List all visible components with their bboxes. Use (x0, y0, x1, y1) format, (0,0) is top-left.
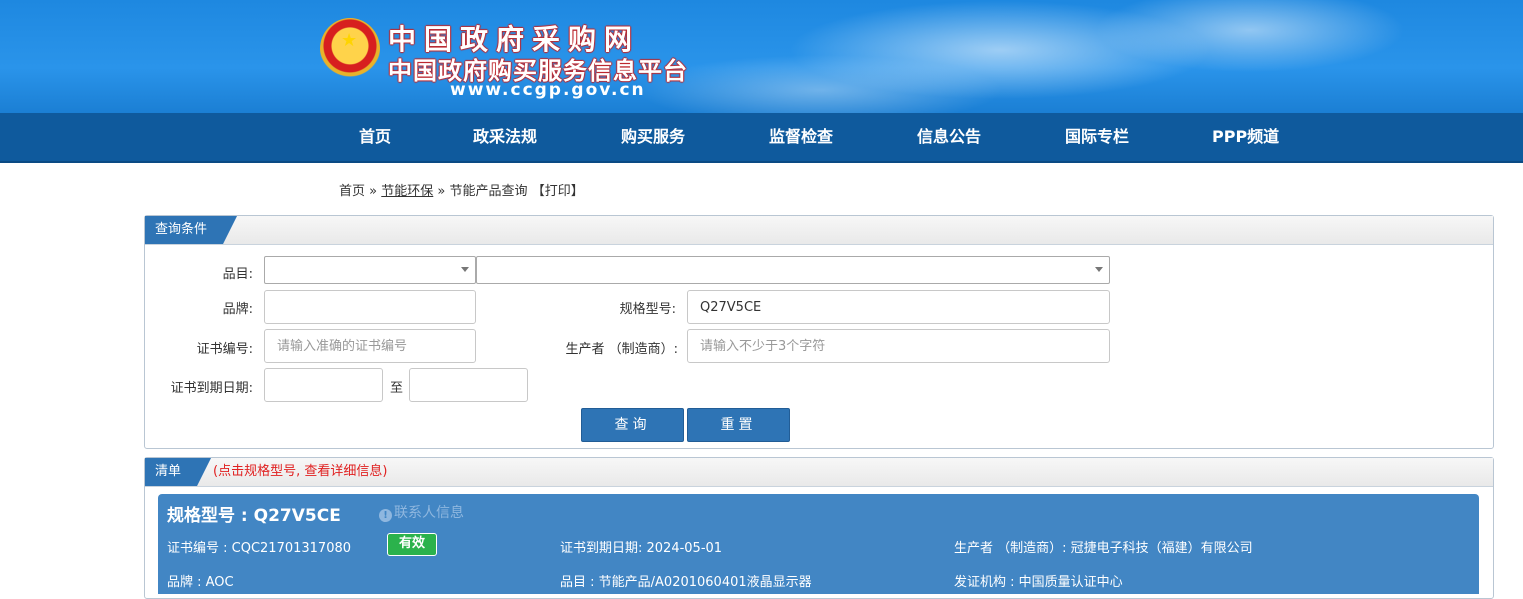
chevron-down-icon (1095, 267, 1103, 272)
results-panel-header: 清单 (点击规格型号, 查看详细信息) (145, 458, 1493, 487)
national-emblem-icon (320, 18, 380, 80)
model-input[interactable] (687, 290, 1110, 324)
result-issuer: 发证机构 : 中国质量认证中心 (954, 575, 1123, 590)
breadcrumb-home[interactable]: 首页 (339, 184, 365, 199)
category-select-secondary[interactable] (476, 256, 1110, 284)
chevron-down-icon (461, 267, 469, 272)
breadcrumb-separator: » (437, 184, 446, 199)
contact-info-label: 联系人信息 (394, 505, 464, 521)
expiry-date-to-input[interactable] (409, 368, 528, 402)
main-nav: 首页 政采法规 购买服务 监督检查 信息公告 国际专栏 PPP频道 (0, 113, 1523, 163)
nav-item-home[interactable]: 首页 (359, 113, 391, 161)
nav-item-supervision[interactable]: 监督检查 (769, 113, 833, 161)
manufacturer-label: 生产者 （制造商）: (565, 342, 678, 357)
info-icon: ! (379, 509, 392, 522)
date-range-separator: 至 (389, 381, 403, 396)
query-panel-tab: 查询条件 (145, 216, 237, 244)
nav-item-international[interactable]: 国际专栏 (1065, 113, 1129, 161)
query-panel-header: 查询条件 (145, 216, 1493, 245)
results-hint: (点击规格型号, 查看详细信息) (213, 464, 388, 479)
breadcrumb-separator: » (369, 184, 378, 199)
status-badge: 有效 (387, 533, 437, 556)
expiry-date-from-input[interactable] (264, 368, 383, 402)
contact-info-link[interactable]: ! 联系人信息 (379, 502, 464, 522)
category-select-primary[interactable] (264, 256, 476, 284)
breadcrumb-current: 节能产品查询 (449, 184, 528, 199)
result-model-link[interactable]: 规格型号 : Q27V5CE (167, 501, 341, 526)
nav-item-announcements[interactable]: 信息公告 (917, 113, 981, 161)
breadcrumb-section-link[interactable]: 节能环保 (381, 184, 433, 199)
expiry-date-label: 证书到期日期: (170, 381, 253, 396)
result-cert-number: 证书编号 : CQC21701317080 (167, 541, 352, 556)
print-link[interactable]: 【打印】 (532, 184, 584, 199)
manufacturer-input[interactable] (687, 329, 1110, 363)
result-category: 品目 : 节能产品/A0201060401液晶显示器 (560, 575, 812, 590)
search-button[interactable]: 查询 (581, 408, 684, 442)
result-expiry-date: 证书到期日期: 2024-05-01 (560, 541, 723, 556)
breadcrumb: 首页 » 节能环保 » 节能产品查询 【打印】 (339, 180, 584, 199)
result-card: 规格型号 : Q27V5CE ! 联系人信息 证书编号 : CQC21701317… (158, 494, 1479, 594)
nav-item-purchase-services[interactable]: 购买服务 (621, 113, 685, 161)
nav-item-regulations[interactable]: 政采法规 (473, 113, 537, 161)
reset-button[interactable]: 重置 (687, 408, 790, 442)
nav-item-ppp[interactable]: PPP频道 (1212, 113, 1279, 161)
result-manufacturer: 生产者 （制造商）: 冠捷电子科技（福建）有限公司 (954, 541, 1253, 556)
cert-number-label: 证书编号: (196, 342, 253, 357)
cert-number-input[interactable] (264, 329, 476, 363)
model-label: 规格型号: (619, 302, 676, 317)
category-label: 品目: (222, 267, 253, 282)
site-banner: 中国政府采购网 中国政府购买服务信息平台 www.ccgp.gov.cn (0, 0, 1523, 113)
results-panel-tab: 清单 (145, 458, 211, 486)
brand-label: 品牌: (222, 302, 253, 317)
result-brand: 品牌 : AOC (167, 575, 234, 590)
brand-input[interactable] (264, 290, 476, 324)
site-url: www.ccgp.gov.cn (450, 80, 646, 100)
